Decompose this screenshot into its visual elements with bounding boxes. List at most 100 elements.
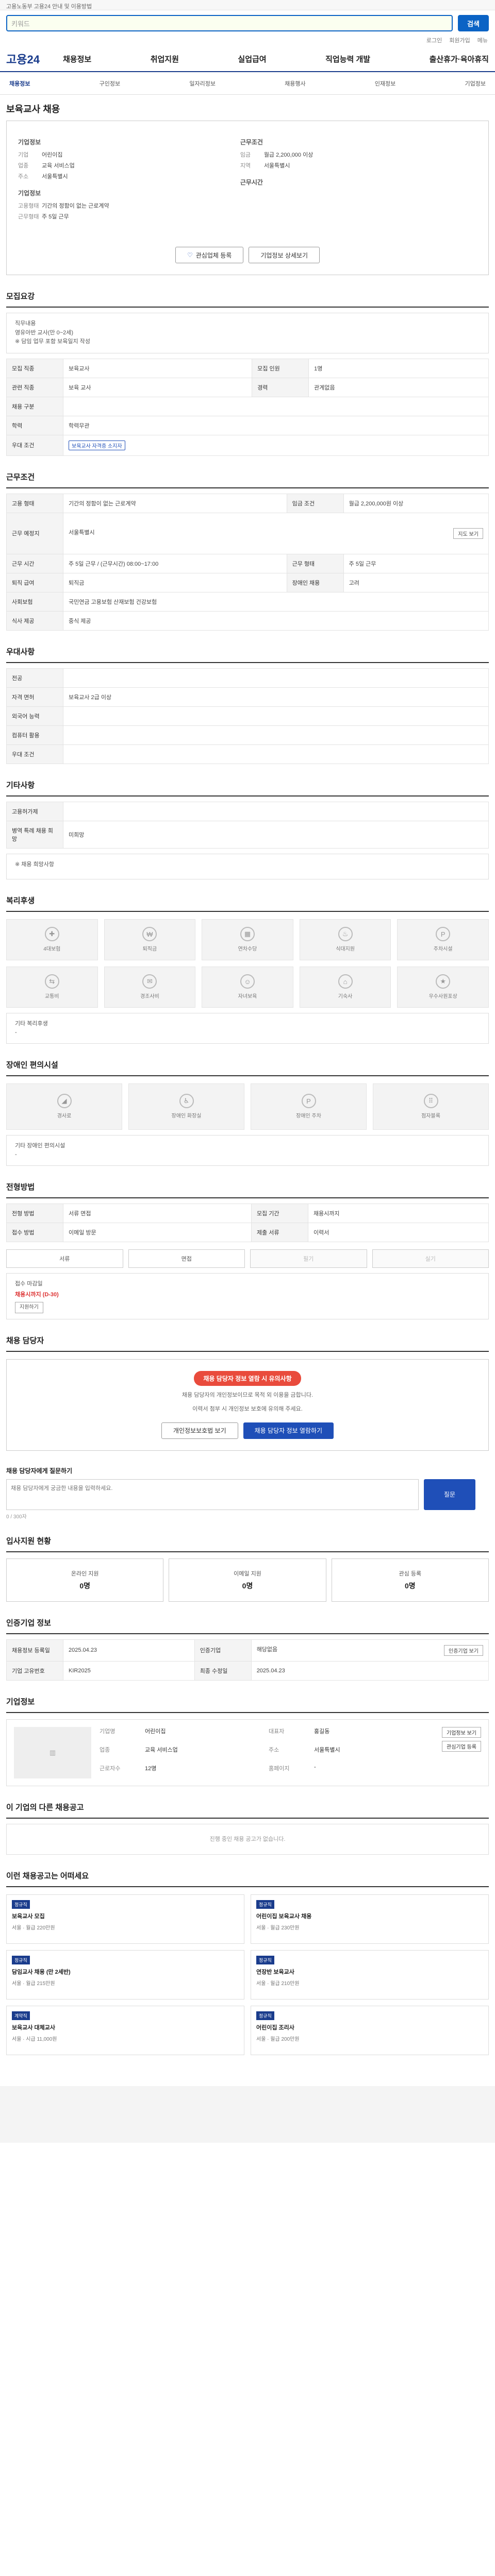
recommend-card[interactable]: 계약직 보육교사 대체교사 서울 · 시급 11,000원 (6, 2005, 244, 2055)
co-key: 근로자수 (100, 1765, 121, 1772)
td: 1명 (308, 358, 489, 378)
facility-item: ♿ 장애인 화장실 (128, 1083, 244, 1130)
map-button[interactable]: 지도 보기 (453, 528, 483, 539)
search-input[interactable]: 키워드 (6, 15, 453, 31)
th: 근무 형태 (286, 553, 344, 573)
td: 국민연금 고용보험 산재보험 건강보험 (63, 591, 489, 612)
bus-icon: ⇆ (44, 974, 59, 989)
welfare-label: 교통비 (44, 994, 59, 1000)
alert-text: 이력서 첨부 시 개인정보 보호에 유의해 주세요. (192, 1406, 303, 1413)
toilet-icon: ♿ (179, 1094, 194, 1109)
gnb-item[interactable]: 실업급여 (238, 54, 266, 64)
th: 근무 예정지 (6, 512, 63, 554)
company-info-button[interactable]: 기업정보 보기 (442, 1726, 481, 1738)
td: 해당없음 인증기업 보기 (251, 1639, 489, 1662)
welfare-item: ⌂ 기숙사 (299, 966, 391, 1008)
braille-icon: ⠿ (423, 1094, 438, 1109)
row-key: 주소 (18, 174, 29, 180)
question-submit[interactable]: 질문 (424, 1479, 475, 1510)
view-manager-button[interactable]: 채용 담당자 정보 열람하기 (243, 1422, 334, 1439)
td (63, 725, 489, 745)
alert-text: 채용 담당자의 개인정보이므로 목적 외 이용을 금합니다. (182, 1392, 314, 1398)
facility-label: 장애인 주차 (296, 1113, 321, 1120)
lnb-item[interactable]: 채용정보 (9, 79, 30, 88)
lnb-item[interactable]: 기업정보 (465, 79, 485, 88)
job-badge: 정규직 (256, 1955, 274, 1964)
company-favorite-button[interactable]: 관심기업 등록 (442, 1740, 481, 1752)
disability-etc-value: - (15, 1151, 17, 1158)
search-button[interactable]: 검색 (458, 15, 489, 31)
row-val: 교육 서비스업 (42, 163, 75, 169)
th: 사회보험 (6, 591, 63, 612)
td: 기간의 정함이 없는 근로계약 (63, 493, 287, 513)
top-notice: 고용노동부 고용24 안내 및 이용방법 (0, 0, 495, 10)
section-selection: 전형방법 전형 방법 서류 면접 모집 기간 채용시까지 접수 방법 이메일 방문 제출 … (0, 1181, 495, 1319)
car-icon: P (436, 927, 451, 942)
heart-icon: ♡ (187, 251, 193, 259)
selection-table: 전형 방법 서류 면접 모집 기간 채용시까지 접수 방법 이메일 방문 제출 서류 이력서 (6, 1203, 489, 1242)
cert-table: 채용정보 등록일 2025.04.23 인증기업 해당없음 인증기업 보기 기업 고유번… (6, 1639, 489, 1681)
favorite-label: 관심업체 등록 (195, 251, 232, 259)
recommend-card[interactable]: 정규직 어린이집 보육교사 채용 서울 · 월급 230만원 (251, 1894, 489, 1944)
welfare-label: 우수사원포상 (428, 994, 457, 1000)
lnb-item[interactable]: 인재정보 (375, 79, 395, 88)
job-title: 어린이집 조리사 (256, 2024, 294, 2031)
facility-label: 장애인 화장실 (171, 1113, 202, 1120)
th: 기업 고유번호 (6, 1660, 63, 1681)
job-meta: 서울 · 월급 230만원 (256, 1925, 300, 1931)
section-title: 이 기업의 다른 채용공고 (6, 1802, 489, 1819)
lnb-item[interactable]: 구인정보 (100, 79, 120, 88)
menu-link[interactable]: 메뉴 (477, 36, 488, 46)
row-key: 고용형태 (18, 203, 39, 209)
job-meta: 서울 · 월급 210만원 (256, 1980, 300, 1987)
local-nav: 채용정보 구인정보 일자리정보 채용행사 인재정보 기업정보 (0, 72, 495, 95)
recommend-card[interactable]: 정규직 연장반 보육교사 서울 · 월급 210만원 (251, 1950, 489, 1999)
gnb-item[interactable]: 취업지원 (151, 54, 179, 64)
gnb-item[interactable]: 직업능력 개발 (325, 54, 370, 64)
gnb-item[interactable]: 출산휴가·육아휴직 (430, 54, 489, 64)
status-box: 온라인 지원 0명 (6, 1558, 164, 1602)
section-company: 기업정보 ▥ 기업명 어린이집 대표자 홍길동 업종 교육 서비스업 주소 서울특별시 … (0, 1696, 495, 1786)
td: 중식 제공 (63, 611, 489, 631)
job-title: 담임교사 채용 (만 2세반) (12, 1969, 71, 1975)
privacy-button[interactable]: 개인정보보호법 보기 (161, 1422, 238, 1439)
th: 모집 기간 (251, 1203, 308, 1223)
welfare-etc-label: 기타 복리후생 (15, 1020, 48, 1027)
td: 월급 2,200,000원 이상 (343, 493, 489, 513)
th: 컴퓨터 활용 (6, 725, 63, 745)
award-icon: ★ (436, 974, 451, 989)
th: 근무 시간 (6, 553, 63, 573)
recommend-card[interactable]: 정규직 어린이집 조리사 서울 · 월급 200만원 (251, 2005, 489, 2055)
section-disability: 장애인 편의시설 ◢ 경사로 ♿ 장애인 화장실 P 장애인 주차 ⠿ 점자블록 기타 … (0, 1059, 495, 1166)
login-link[interactable]: 로그인 (426, 36, 442, 46)
recommend-grid: 정규직 보육교사 모집 서울 · 월급 220만원 정규직 어린이집 보육교사 채용 서… (6, 1894, 489, 2055)
row-key: 임금 (240, 152, 251, 158)
th: 외국어 능력 (6, 706, 63, 726)
td: 보육 교사 (62, 377, 253, 397)
favorite-button[interactable]: ♡ 관심업체 등록 (175, 247, 244, 263)
join-link[interactable]: 회원가입 (449, 36, 470, 46)
row-val: 기간의 정함이 없는 근로계약 (42, 203, 109, 209)
apply-button[interactable]: 지원하기 (15, 1301, 43, 1313)
recommend-card[interactable]: 정규직 담임교사 채용 (만 2세반) 서울 · 월급 215만원 (6, 1950, 244, 1999)
td: 미희망 (63, 820, 489, 849)
job-badge: 정규직 (12, 1900, 30, 1909)
question-textarea[interactable] (6, 1479, 419, 1510)
lnb-item[interactable]: 일자리정보 (189, 79, 216, 88)
gnb-item[interactable]: 채용정보 (63, 54, 91, 64)
logo[interactable]: 고용24 (6, 50, 63, 67)
welfare-label: 경조사비 (140, 994, 159, 1000)
tag: 보육교사 자격증 소지자 (69, 440, 125, 450)
recommend-card[interactable]: 정규직 보육교사 모집 서울 · 월급 220만원 (6, 1894, 244, 1944)
facility-item: ◢ 경사로 (6, 1083, 122, 1130)
lnb-item[interactable]: 채용행사 (285, 79, 305, 88)
company-detail-button[interactable]: 기업정보 상세보기 (249, 247, 320, 263)
th: 채용정보 등록일 (6, 1639, 63, 1662)
th: 제출 서류 (251, 1222, 308, 1242)
td: 고려 (343, 572, 489, 592)
cert-button[interactable]: 인증기업 보기 (444, 1645, 483, 1656)
section-recommend: 이런 채용공고는 어떠세요 정규직 보육교사 모집 서울 · 월급 220만원 정규… (0, 1870, 495, 2055)
job-title: 보육교사 대체교사 (12, 2024, 56, 2031)
facility-label: 경사로 (57, 1113, 72, 1120)
method-written: 필기 (250, 1249, 367, 1268)
